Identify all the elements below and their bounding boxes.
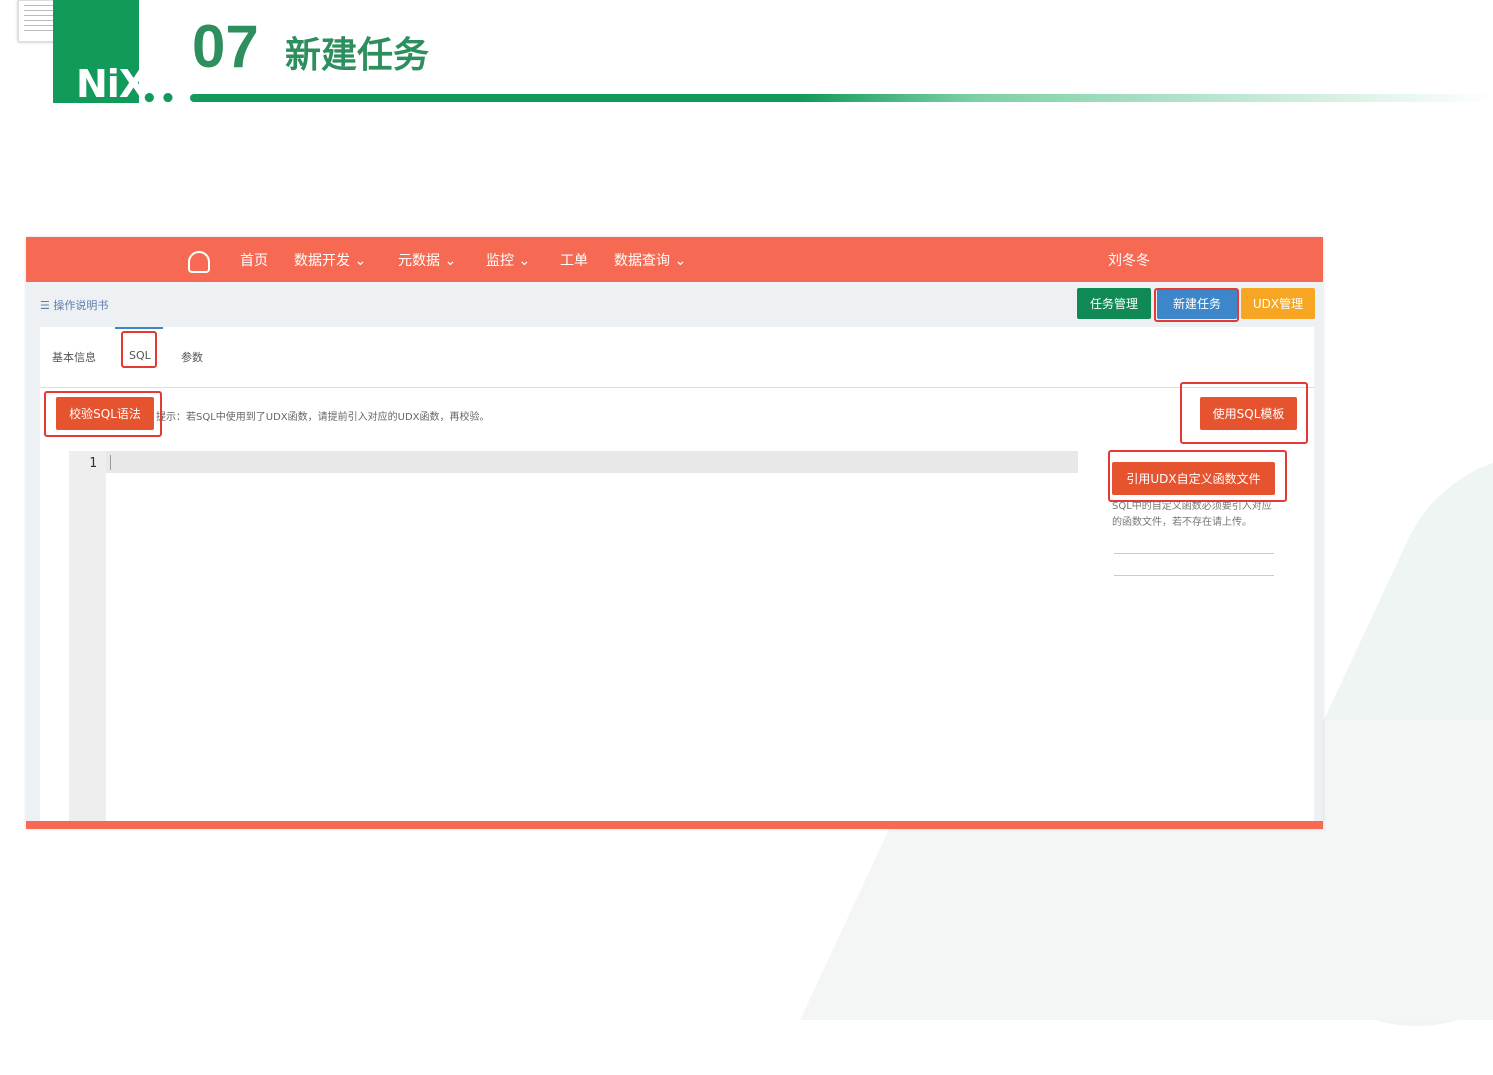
slide-title: 新建任务 <box>285 35 430 76</box>
top-navbar: 首页 数据开发 ⌄ 元数据 ⌄ 监控 ⌄ 工单 数据查询 ⌄ 刘冬冬 <box>26 237 1323 282</box>
divider <box>1114 575 1274 576</box>
tab-params[interactable]: 参数 <box>181 349 203 365</box>
sql-editor[interactable]: 1 <box>69 451 1079 823</box>
manual-link[interactable]: ☰ 操作说明书 <box>40 297 108 313</box>
active-tab-indicator <box>115 327 163 329</box>
divider <box>1114 553 1274 554</box>
manual-label: 操作说明书 <box>53 299 109 312</box>
nav-item-data-query[interactable]: 数据查询 ⌄ <box>614 250 686 270</box>
tab-sql[interactable]: SQL <box>129 349 151 362</box>
udx-note: SQL中的自定义函数必须要引入对应的函数文件，若不存在请上传。 <box>1112 501 1272 528</box>
udx-manage-button[interactable]: UDX管理 <box>1241 288 1315 319</box>
logo-dots: •• <box>141 84 179 114</box>
nav-item-ticket[interactable]: 工单 <box>560 250 588 270</box>
validate-sql-button[interactable]: 校验SQL语法 <box>56 397 154 430</box>
reference-udx-button[interactable]: 引用UDX自定义函数文件 <box>1112 462 1275 495</box>
nav-item-monitor[interactable]: 监控 ⌄ <box>486 250 530 270</box>
use-sql-template-button[interactable]: 使用SQL模板 <box>1200 397 1297 430</box>
app-logo-icon[interactable] <box>188 251 210 273</box>
slide-number: 07 <box>192 13 259 80</box>
task-panel: 基本信息 SQL 参数 校验SQL语法 提示：若SQL中使用到了UDX函数，请提… <box>40 327 1314 823</box>
user-name[interactable]: 刘冬冬 <box>1108 250 1150 270</box>
header-divider <box>190 94 1493 102</box>
nav-item-home[interactable]: 首页 <box>240 250 268 270</box>
nav-item-data-dev[interactable]: 数据开发 ⌄ <box>294 250 366 270</box>
app-window: 首页 数据开发 ⌄ 元数据 ⌄ 监控 ⌄ 工单 数据查询 ⌄ 刘冬冬 ☰ 操作说… <box>26 237 1323 829</box>
hint-text: 提示：若SQL中使用到了UDX函数，请提前引入对应的UDX函数，再校验。 <box>156 412 490 423</box>
menu-icon: ☰ <box>40 299 54 312</box>
new-task-button[interactable]: 新建任务 <box>1157 288 1237 319</box>
nav-item-metadata[interactable]: 元数据 ⌄ <box>398 250 456 270</box>
app-bottom-bar <box>26 821 1323 829</box>
tab-basic-info[interactable]: 基本信息 <box>52 349 96 365</box>
sub-toolbar: ☰ 操作说明书 任务管理 新建任务 UDX管理 <box>26 282 1323 327</box>
tab-divider <box>40 387 1314 388</box>
text-cursor <box>110 455 111 470</box>
line-number: 1 <box>89 456 97 471</box>
task-manage-button[interactable]: 任务管理 <box>1077 288 1151 319</box>
active-line <box>106 451 1078 473</box>
logo: NiX <box>76 62 148 106</box>
editor-gutter: 1 <box>69 451 106 823</box>
